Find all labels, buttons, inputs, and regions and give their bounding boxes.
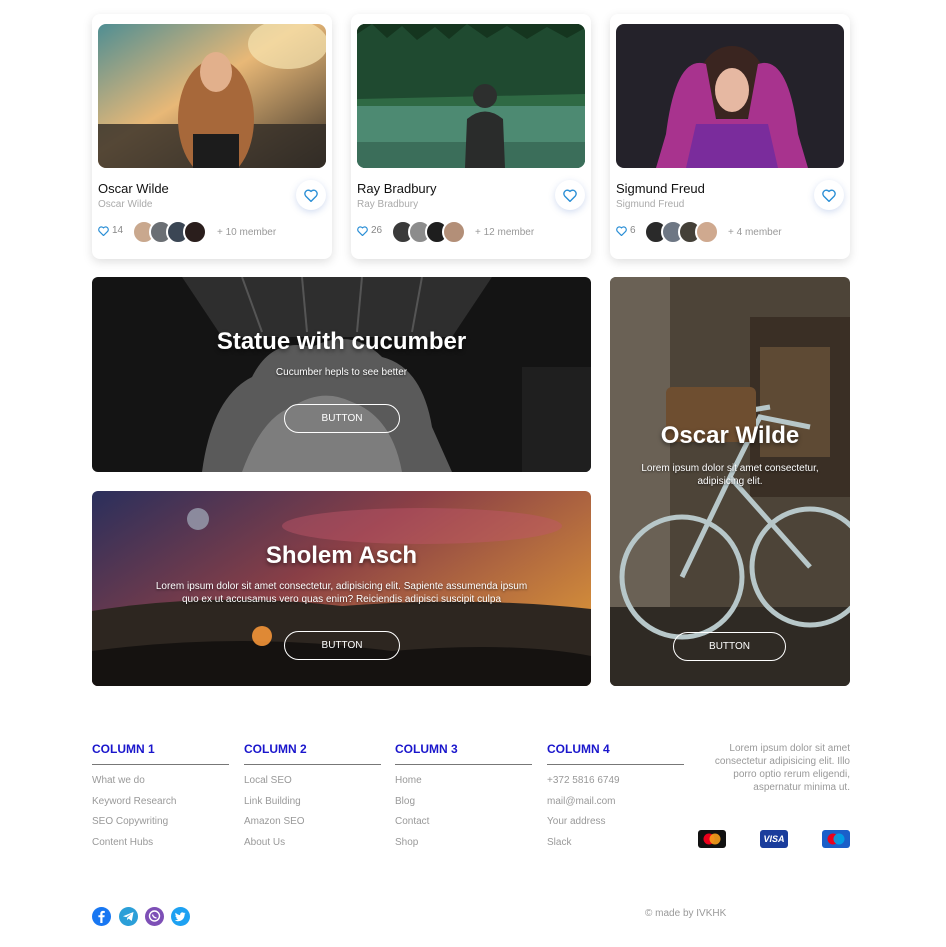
footer-link[interactable]: Local SEO	[244, 771, 381, 792]
footer-link[interactable]: Your address	[547, 812, 684, 833]
member-count: + 10 member	[217, 227, 277, 238]
statue-button[interactable]: BUTTON	[284, 404, 400, 433]
footer-link[interactable]: Slack	[547, 833, 684, 854]
footer-link[interactable]: Contact	[395, 812, 532, 833]
card-subtitle: Ray Bradbury	[357, 199, 419, 210]
footer-about-text: Lorem ipsum dolor sit amet consectetur a…	[700, 742, 850, 794]
footer-link[interactable]: Shop	[395, 833, 532, 854]
avatar	[183, 220, 207, 244]
hero-card-oscar: Oscar Wilde Lorem ipsum dolor sit amet c…	[610, 277, 850, 686]
hero-card-sholem: Sholem Asch Lorem ipsum dolor sit amet c…	[92, 491, 591, 686]
footer-column: COLUMN 3 Home Blog Contact Shop	[395, 742, 532, 853]
profile-card[interactable]: Sigmund Freud Sigmund Freud 6 + 4 member	[610, 14, 850, 259]
avatar	[695, 220, 719, 244]
about-line: Lorem ipsum dolor sit amet	[729, 743, 850, 754]
oscar-button[interactable]: BUTTON	[673, 632, 786, 661]
about-line: porro optio rerum eligendi,	[733, 769, 850, 780]
card-name: Oscar Wilde	[98, 181, 169, 196]
hero-text-line: quo ex ut accusamus vero quas enim? Reic…	[181, 594, 502, 605]
likes-counter[interactable]: 6	[616, 225, 636, 236]
copyright: © made by IVKHK	[645, 908, 727, 919]
about-line: aspernatur minima ut.	[753, 782, 850, 793]
footer-column: COLUMN 4 +372 5816 6749 mail@mail.com Yo…	[547, 742, 684, 853]
heart-icon	[563, 189, 577, 202]
footer-link[interactable]: About Us	[244, 833, 381, 854]
card-name: Ray Bradbury	[357, 181, 437, 196]
twitter-icon[interactable]	[171, 907, 190, 926]
heart-icon	[357, 225, 368, 236]
likes-count: 26	[371, 225, 383, 236]
hero-text-line: Lorem ipsum dolor sit amet consectetur,	[641, 463, 819, 474]
avatar	[442, 220, 466, 244]
footer-link[interactable]: Keyword Research	[92, 792, 229, 813]
footer-link[interactable]: SEO Copywriting	[92, 812, 229, 833]
viber-icon[interactable]	[145, 907, 164, 926]
member-count: + 4 member	[728, 227, 782, 238]
card-subtitle: Sigmund Freud	[616, 199, 685, 210]
visa-icon: VISA	[760, 830, 788, 848]
footer-link[interactable]: Amazon SEO	[244, 812, 381, 833]
heart-icon	[616, 225, 627, 236]
footer-column-title: COLUMN 3	[395, 742, 532, 765]
footer-link[interactable]: Link Building	[244, 792, 381, 813]
footer-link[interactable]: Content Hubs	[92, 833, 229, 854]
profile-card[interactable]: Oscar Wilde Oscar Wilde 14 + 10 member	[92, 14, 332, 259]
hero-text-line: Lorem ipsum dolor sit amet consectetur, …	[155, 581, 528, 592]
card-name: Sigmund Freud	[616, 181, 705, 196]
card-photo	[357, 24, 585, 168]
heart-icon	[822, 189, 836, 202]
profile-card[interactable]: Ray Bradbury Ray Bradbury 26 + 12 member	[351, 14, 591, 259]
hero-text-line: adipisicing elit.	[697, 476, 763, 487]
mastercard-icon	[698, 830, 726, 848]
likes-counter[interactable]: 14	[98, 225, 123, 236]
likes-count: 14	[112, 225, 124, 236]
member-count: + 12 member	[475, 227, 535, 238]
card-photo	[98, 24, 326, 168]
footer-link[interactable]: +372 5816 6749	[547, 771, 684, 792]
heart-icon	[98, 225, 109, 236]
member-avatars	[644, 220, 719, 244]
hero-text: Cucumber hepls to see better	[275, 367, 408, 378]
member-avatars	[132, 220, 207, 244]
telegram-icon[interactable]	[119, 907, 138, 926]
favorite-button[interactable]	[555, 180, 585, 210]
hero-card-statue: Statue with cucumber Cucumber hepls to s…	[92, 277, 591, 472]
footer-column-title: COLUMN 1	[92, 742, 229, 765]
footer-link[interactable]: mail@mail.com	[547, 792, 684, 813]
hero-text: Lorem ipsum dolor sit amet consectetur, …	[92, 580, 591, 606]
member-avatars	[391, 220, 466, 244]
sholem-button[interactable]: BUTTON	[284, 631, 400, 660]
hero-title: Oscar Wilde	[660, 422, 800, 449]
hero-title: Sholem Asch	[265, 542, 418, 569]
footer-column: COLUMN 1 What we do Keyword Research SEO…	[92, 742, 229, 853]
footer-column-title: COLUMN 4	[547, 742, 684, 765]
hero-title: Statue with cucumber	[216, 328, 467, 355]
footer-column: COLUMN 2 Local SEO Link Building Amazon …	[244, 742, 381, 853]
facebook-icon[interactable]	[92, 907, 111, 926]
favorite-button[interactable]	[814, 180, 844, 210]
hero-text: Lorem ipsum dolor sit amet consectetur, …	[610, 462, 850, 488]
likes-count: 6	[630, 225, 636, 236]
footer-link[interactable]: What we do	[92, 771, 229, 792]
footer-link[interactable]: Blog	[395, 792, 532, 813]
card-photo	[616, 24, 844, 168]
footer-link[interactable]: Home	[395, 771, 532, 792]
maestro-icon	[822, 830, 850, 848]
likes-counter[interactable]: 26	[357, 225, 382, 236]
about-line: consectetur adipisicing elit. Illo	[714, 756, 850, 767]
footer-column-title: COLUMN 2	[244, 742, 381, 765]
favorite-button[interactable]	[296, 180, 326, 210]
card-subtitle: Oscar Wilde	[98, 199, 153, 210]
heart-icon	[304, 189, 318, 202]
